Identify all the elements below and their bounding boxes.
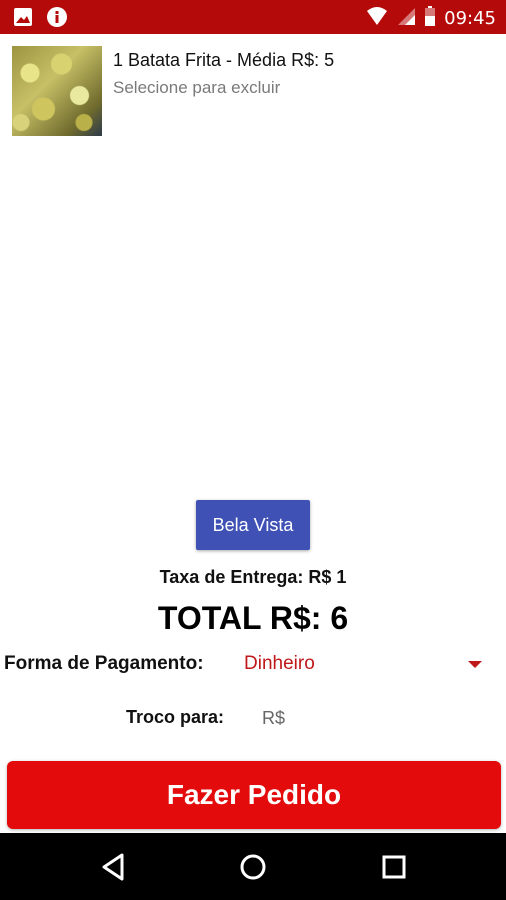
chevron-down-icon — [468, 661, 482, 668]
cart-item-title: 1 Batata Frita - Média R$: 5 — [113, 50, 335, 70]
delivery-fee: Taxa de Entrega: R$ 1 — [159, 567, 347, 587]
order-total: TOTAL R$: 6 — [157, 600, 349, 636]
info-icon — [46, 6, 68, 33]
payment-method-select[interactable]: Dinheiro — [234, 648, 490, 682]
image-icon — [12, 6, 34, 33]
recents-icon[interactable] — [378, 851, 410, 883]
clock: 09:45 — [444, 7, 496, 29]
fries-thumbnail — [12, 46, 102, 136]
navigation-bar — [0, 833, 506, 900]
signal-icon — [396, 6, 416, 31]
status-bar: 09:45 — [0, 0, 506, 34]
home-icon[interactable] — [237, 851, 269, 883]
change-amount-input[interactable] — [258, 703, 386, 733]
region-button[interactable]: Bela Vista — [196, 500, 310, 550]
cart-item-hint: Selecione para excluir — [113, 78, 281, 97]
change-label: Troco para: — [126, 707, 225, 727]
payment-selected-value: Dinheiro — [244, 653, 315, 674]
cart-item[interactable]: 1 Batata Frita - Média R$: 5 Selecione p… — [12, 46, 492, 136]
back-icon[interactable] — [98, 851, 130, 883]
wifi-icon — [366, 6, 388, 31]
payment-label: Forma de Pagamento: — [4, 653, 204, 674]
battery-icon — [424, 6, 436, 31]
place-order-button[interactable]: Fazer Pedido — [7, 761, 501, 829]
